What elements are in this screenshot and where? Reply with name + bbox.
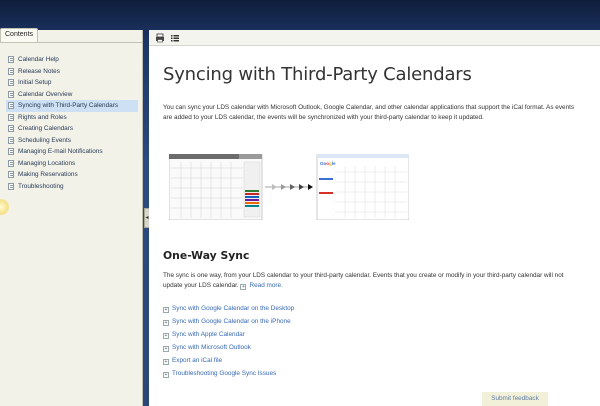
document-icon [8,171,14,178]
document-icon [8,56,14,63]
link-label: Troubleshooting Google Sync Issues [172,370,277,377]
link-apple-calendar[interactable]: + Sync with Apple Calendar [163,328,294,341]
toc-item-calendar-overview[interactable]: Calendar Overview [6,89,138,101]
expand-icon: + [163,372,169,378]
list-icon[interactable] [170,33,180,43]
toc-item-managing-locations[interactable]: Managing Locations [6,158,138,170]
submit-feedback-button[interactable]: Submit feedback [482,392,548,406]
link-label: Sync with Apple Calendar [172,331,245,338]
link-label: Export an iCal file [172,357,223,364]
document-icon [8,148,14,155]
toc-item-label: Rights and Roles [18,113,67,121]
one-way-sync-text: The sync is one way, from your LDS calen… [163,272,564,289]
section-heading-one-way-sync: One-Way Sync [163,249,250,262]
toc-item-scheduling-events[interactable]: Scheduling Events [6,135,138,147]
toc-item-initial-setup[interactable]: Initial Setup [6,77,138,89]
toc-item-making-reservations[interactable]: Making Reservations [6,169,138,181]
document-icon [8,67,14,75]
link-microsoft-outlook[interactable]: + Sync with Microsoft Outlook [163,341,294,354]
expand-icon: + [163,307,169,313]
expand-icon[interactable]: + [240,283,247,290]
document-icon [8,136,14,144]
intro-paragraph: You can sync your LDS calendar with Micr… [163,104,575,121]
article: Syncing with Third-Party Calendars You c… [163,64,583,378]
expand-icon: + [163,333,169,339]
document-icon [8,182,14,190]
tab-divider [0,42,142,43]
sync-links-list: + Sync with Google Calendar on the Deskto… [163,302,294,380]
read-more-link[interactable]: Read more. [249,282,282,289]
document-icon [8,102,14,109]
link-export-ical[interactable]: + Export an iCal file [163,354,294,367]
table-of-contents: Calendar Help Release Notes Initial Setu… [6,54,138,192]
toc-item-label: Calendar Help [18,56,59,63]
document-icon [8,90,14,98]
link-label: Sync with Google Calendar on the iPhone [172,318,291,325]
document-icon [8,79,14,86]
toc-item-label: Troubleshooting [18,182,64,190]
toc-item-calendar-help[interactable]: Calendar Help [6,54,138,66]
sync-diagram: Google [168,153,410,221]
toc-item-label: Managing E-mail Notifications [18,148,103,155]
toc-item-syncing[interactable]: Syncing with Third-Party Calendars [6,100,138,112]
print-icon[interactable] [155,33,165,43]
toc-item-label: Calendar Overview [18,90,73,98]
toc-item-creating-calendars[interactable]: Creating Calendars [6,123,138,135]
toc-item-label: Making Reservations [18,171,78,178]
link-label: Sync with Google Calendar on the Desktop [172,305,295,312]
toc-item-email-notifications[interactable]: Managing E-mail Notifications [6,146,138,158]
document-icon [8,159,14,167]
toc-item-rights-and-roles[interactable]: Rights and Roles [6,112,138,124]
toc-item-label: Scheduling Events [18,136,71,144]
toc-item-label: Release Notes [18,67,60,75]
expand-icon: + [163,320,169,326]
expand-icon: + [163,346,169,352]
document-icon [8,113,14,121]
toc-item-release-notes[interactable]: Release Notes [6,66,138,78]
link-label: Sync with Microsoft Outlook [172,344,251,351]
contents-tab[interactable]: Contents [0,28,38,42]
toc-item-troubleshooting[interactable]: Troubleshooting [6,181,138,193]
svg-text:Google: Google [320,161,336,166]
page-title: Syncing with Third-Party Calendars [163,64,472,85]
expand-icon: + [163,359,169,365]
link-troubleshooting-google-sync[interactable]: + Troubleshooting Google Sync Issues [163,367,294,380]
toc-item-label: Creating Calendars [18,125,74,132]
toc-item-label: Managing Locations [18,159,76,167]
lds-calendar-thumbnail [168,153,263,221]
toc-item-label: Initial Setup [18,79,52,86]
google-calendar-thumbnail: Google [316,153,410,221]
document-icon [8,125,14,132]
one-way-sync-paragraph: The sync is one way, from your LDS calen… [163,271,583,290]
content-panel: Syncing with Third-Party Calendars You c… [149,30,600,406]
toolbar [149,30,600,46]
link-google-desktop[interactable]: + Sync with Google Calendar on the Deskto… [163,302,294,315]
contents-panel: Contents Calendar Help Release Notes Ini… [0,28,143,406]
sync-arrows-icon [265,184,313,190]
link-google-iphone[interactable]: + Sync with Google Calendar on the iPhone [163,315,294,328]
toc-item-label: Syncing with Third-Party Calendars [18,102,119,109]
